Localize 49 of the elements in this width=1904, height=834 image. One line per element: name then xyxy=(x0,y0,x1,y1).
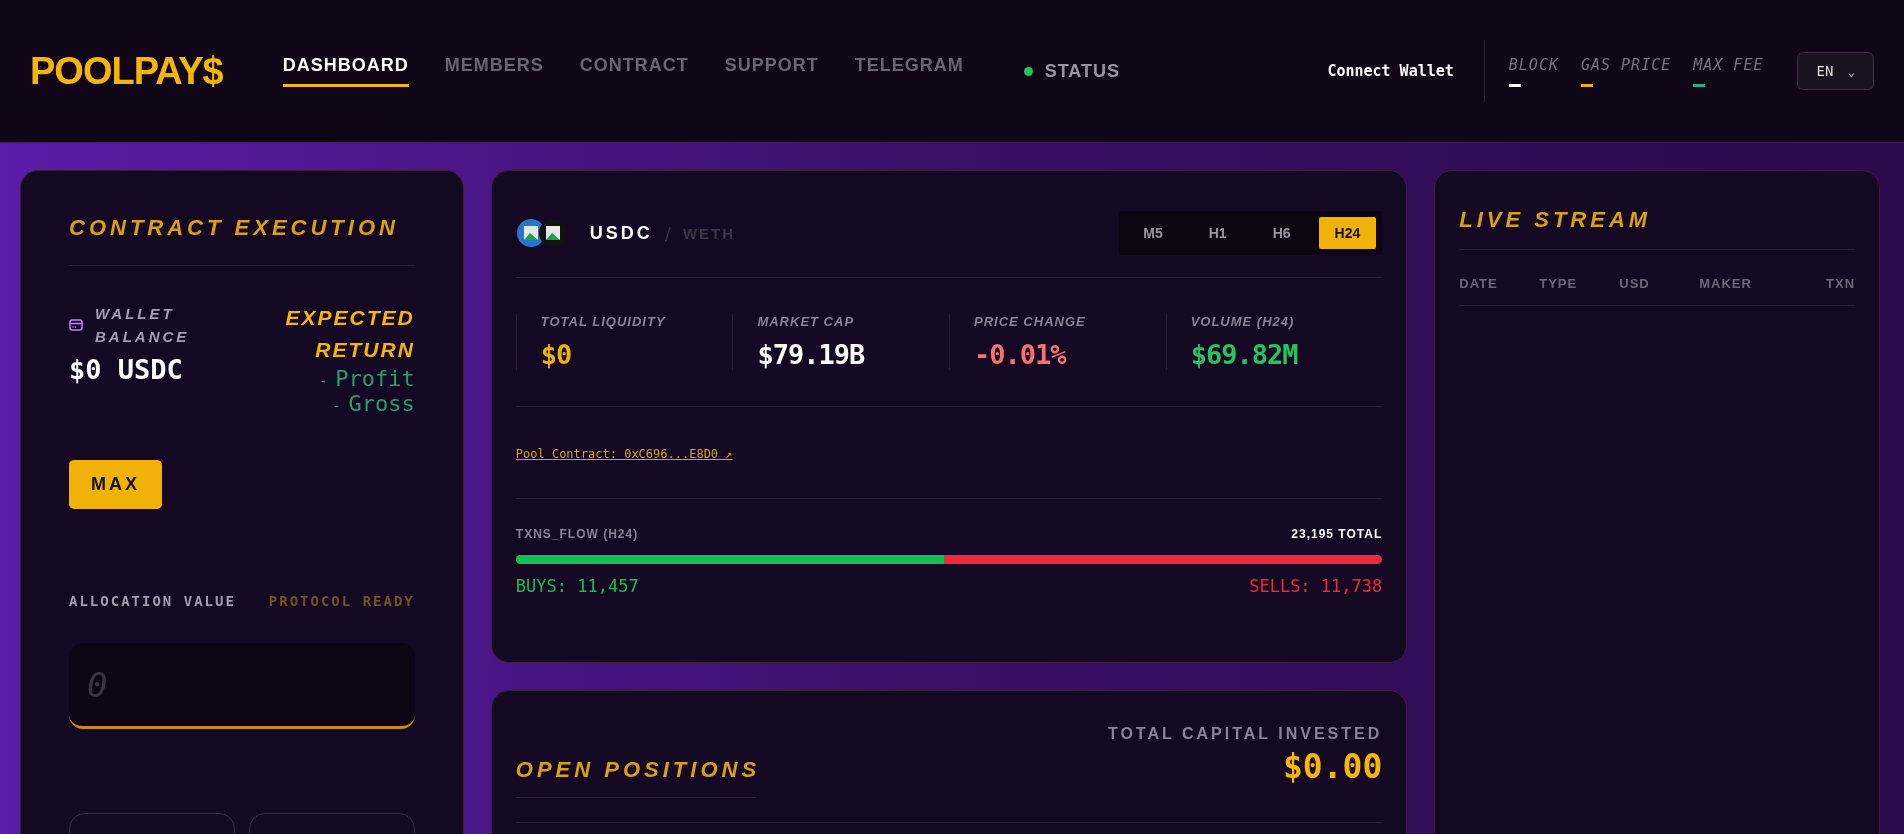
column-header: TXN xyxy=(1826,276,1855,291)
timeframe-tab[interactable]: M5 xyxy=(1125,217,1181,249)
allocation-label: ALLOCATION VALUE xyxy=(69,593,236,609)
stat-label: MAX FEE xyxy=(1693,55,1764,74)
wallet-icon xyxy=(69,319,83,331)
return-item: Gross xyxy=(348,391,415,416)
return-item: Profit xyxy=(335,366,415,391)
metric-label: TOTAL LIQUIDITY xyxy=(540,314,667,329)
column-header: USD xyxy=(1619,276,1651,291)
sells-count: SELLS: 11,738 xyxy=(1249,576,1383,596)
column-header: TYPE xyxy=(1539,276,1579,291)
column-header: DATE xyxy=(1459,276,1499,291)
stat-label: BLOCK xyxy=(1508,55,1559,74)
stat-label: GAS PRICE xyxy=(1580,55,1672,74)
dash: - xyxy=(332,398,341,414)
metric-label: PRICE CHANGE xyxy=(974,314,1087,329)
token-icon xyxy=(537,218,568,248)
metric-label: VOLUME (H24) xyxy=(1190,314,1296,329)
connect-wallet-button[interactable]: Connect Wallet xyxy=(1321,61,1460,81)
status-label: STATUS xyxy=(1044,60,1120,82)
timeframe-tab[interactable]: H1 xyxy=(1190,217,1245,249)
protocol-status: PROTOCOL READY xyxy=(268,593,415,609)
column-header: MAKER xyxy=(1699,276,1753,291)
expected-return-label: EXPECTED RETURN xyxy=(284,305,415,363)
timeframe-tab[interactable]: H6 xyxy=(1254,217,1309,249)
nav-tab[interactable]: DASHBOARD xyxy=(282,55,409,87)
panel-title: OPEN POSITIONS xyxy=(515,757,761,783)
metric-value: $0 xyxy=(540,339,573,370)
buys-count: BUYS: 11,457 xyxy=(515,576,639,596)
invested-value: $0.00 xyxy=(1281,747,1383,786)
metric-value: $69.82M xyxy=(1190,339,1299,370)
wallet-balance-value: $0 USDC xyxy=(69,354,184,385)
max-button[interactable]: MAX xyxy=(69,460,162,509)
metric-label: MARKET CAP xyxy=(757,314,856,329)
pool-contract-link[interactable]: Pool Contract: 0xC696...E8D0 ↗ xyxy=(515,447,733,461)
wallet-balance-label: WALLET BALANCE xyxy=(95,304,191,347)
language-select[interactable]: EN ⌄ xyxy=(1797,52,1874,90)
flow-label: TXNS_FLOW (H24) xyxy=(515,527,639,541)
dash: - xyxy=(318,373,328,389)
metric-value: $79.19B xyxy=(757,339,866,370)
flow-total: 23,195 TOTAL xyxy=(1291,527,1383,541)
panel-title: LIVE STREAM xyxy=(1459,207,1653,233)
pair-separator: / xyxy=(664,222,671,244)
logo[interactable]: POOLPAY$ xyxy=(30,49,223,93)
metric-value: -0.01% xyxy=(974,339,1068,370)
base-token: USDC xyxy=(589,222,653,244)
panel-title: CONTRACT EXECUTION xyxy=(69,215,400,241)
invested-label: TOTAL CAPITAL INVESTED xyxy=(1107,725,1383,743)
timeframe-tab[interactable]: H24 xyxy=(1318,217,1377,249)
